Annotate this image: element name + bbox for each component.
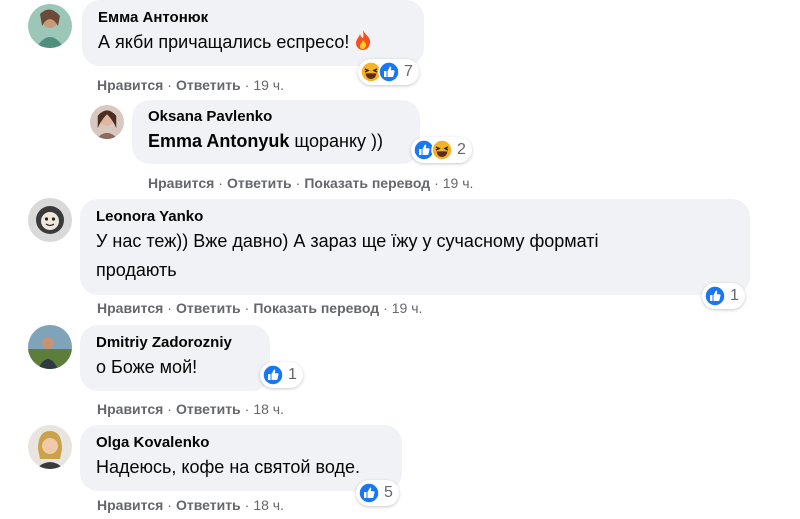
like-button[interactable]: Нравится [97,497,163,513]
comment-bubble: Емма Антонюк А якби причащались еспресо! [82,0,424,66]
avatar[interactable] [28,4,72,48]
comment-author[interactable]: Leonora Yanko [96,207,736,227]
like-button[interactable]: Нравится [148,175,214,191]
comment-author[interactable]: Oksana Pavlenko [148,107,406,127]
mention-link[interactable]: Emma Antonyuk [148,131,289,151]
reaction-count: 7 [404,63,413,80]
comment-author[interactable]: Емма Антонюк [98,8,410,28]
comment-bubble: Oksana Pavlenko Emma Antonyuk щоранку )) [132,100,420,164]
comment-author[interactable]: Olga Kovalenko [96,433,388,453]
reply-button[interactable]: Ответить [176,77,241,93]
comment-text-body: щоранку )) [289,131,384,151]
comment-text-line: продають [96,260,177,280]
comment-text: Emma Antonyuk щоранку )) [148,127,406,156]
reply-button[interactable]: Ответить [176,401,241,417]
like-icon [704,285,726,307]
reactions-summary[interactable]: 1 [260,362,303,388]
avatar[interactable] [28,325,72,369]
reply-button[interactable]: Ответить [176,497,241,513]
comment-text-body: А якби причащались еспресо! [98,32,350,52]
comment-actions: Нравится · Ответить · 18 ч. [97,497,284,513]
comment-time[interactable]: 18 ч. [253,401,284,417]
comment-bubble: Dmitriy Zadorozniy о Боже мой! [80,325,270,391]
like-button[interactable]: Нравится [97,401,163,417]
translate-button[interactable]: Показать перевод [304,175,430,191]
like-button[interactable]: Нравится [97,77,163,93]
haha-icon [431,139,453,161]
comment-actions: Нравится · Ответить · Показать перевод · 19 ч. [97,300,423,316]
comment-actions: Нравится · Ответить · 18 ч. [97,401,284,417]
reaction-count: 1 [288,366,297,383]
comment-time[interactable]: 19 ч. [392,300,423,316]
avatar[interactable] [28,198,72,242]
like-icon [358,482,380,504]
comment-text: Надеюсь, кофе на святой воде. [96,457,360,477]
comment-text: А якби причащались еспресо! [98,28,410,60]
avatar[interactable] [28,425,72,469]
comment-actions: Нравится · Ответить · Показать перевод · 19 ч. [148,175,474,191]
comment-time[interactable]: 19 ч. [443,175,474,191]
reactions-summary[interactable]: 1 [702,283,745,309]
reactions-summary[interactable]: 5 [356,480,399,506]
like-button[interactable]: Нравится [97,300,163,316]
comment-actions: Нравится · Ответить · 19 ч. [97,77,284,93]
comment-time[interactable]: 18 ч. [253,497,284,513]
comment-author[interactable]: Dmitriy Zadorozniy [96,333,256,353]
like-icon [378,61,400,83]
reaction-count: 5 [384,484,393,501]
reactions-summary[interactable]: 2 [411,137,472,163]
comment-text: о Боже мой! [96,357,198,377]
like-icon [262,364,284,386]
comment-time[interactable]: 19 ч. [253,77,284,93]
reply-button[interactable]: Ответить [176,300,241,316]
comment-bubble: Olga Kovalenko Надеюсь, кофе на святой в… [80,425,402,491]
translate-button[interactable]: Показать перевод [253,300,379,316]
reaction-count: 1 [730,287,739,304]
reaction-count: 2 [457,141,466,158]
comment-bubble: Leonora Yanko У нас теж)) Вже давно) А з… [80,199,750,295]
fire-icon [353,29,373,60]
comment-text-line: У нас теж)) Вже давно) А зараз ще їжу у … [96,231,599,251]
reactions-summary[interactable]: 7 [358,59,419,85]
reply-button[interactable]: Ответить [227,175,292,191]
avatar[interactable] [90,105,124,139]
